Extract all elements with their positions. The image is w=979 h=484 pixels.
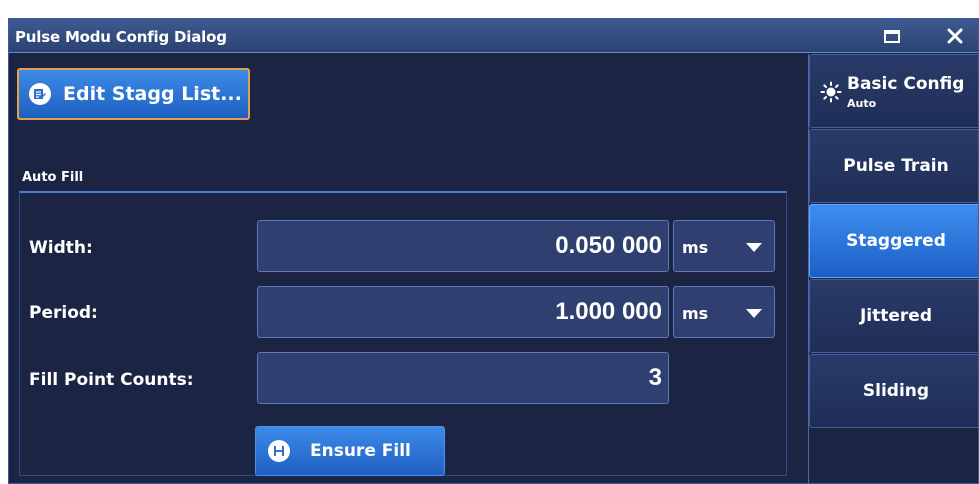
sidebar-item-sublabel: Auto xyxy=(847,97,877,110)
auto-fill-section-label: Auto Fill xyxy=(22,170,84,185)
edit-stagg-list-label: Edit Stagg List... xyxy=(63,83,242,105)
period-input[interactable]: 1.000 000 xyxy=(257,286,669,338)
period-unit-value: ms xyxy=(682,304,709,323)
maximize-icon xyxy=(884,29,900,43)
close-icon xyxy=(947,28,963,44)
sidebar-item-label: Staggered xyxy=(846,231,946,251)
sidebar-item-label: Pulse Train xyxy=(843,156,949,176)
sidebar-item-pulse-train[interactable]: Pulse Train xyxy=(809,129,978,203)
period-unit-select[interactable]: ms xyxy=(673,286,775,338)
main-panel: Edit Stagg List... Auto Fill Width: 0.05… xyxy=(9,54,807,483)
edit-stagg-list-button[interactable]: Edit Stagg List... xyxy=(17,68,250,120)
close-button[interactable] xyxy=(942,24,968,48)
width-input[interactable]: 0.050 000 xyxy=(257,220,669,272)
config-sidebar: Basic Config Auto Pulse Train Staggered … xyxy=(808,54,978,483)
width-unit-select[interactable]: ms xyxy=(673,220,775,272)
period-label: Period: xyxy=(29,303,98,323)
edit-list-icon xyxy=(29,83,51,105)
pulse-modu-config-dialog: Pulse Modu Config Dialog Edit Stagg List… xyxy=(8,18,979,484)
sidebar-item-label: Basic Config xyxy=(847,74,965,94)
width-label: Width: xyxy=(29,238,93,258)
sidebar-item-jittered[interactable]: Jittered xyxy=(809,279,978,353)
chevron-down-icon xyxy=(746,309,762,318)
sidebar-item-staggered[interactable]: Staggered xyxy=(809,204,978,278)
sidebar-item-label: Jittered xyxy=(859,306,933,326)
fill-point-counts-input[interactable]: 3 xyxy=(257,352,669,404)
ensure-fill-label: Ensure Fill xyxy=(310,441,411,461)
sidebar-item-sliding[interactable]: Sliding xyxy=(809,354,978,428)
title-bar[interactable]: Pulse Modu Config Dialog xyxy=(9,19,978,53)
chevron-down-icon xyxy=(746,243,762,252)
maximize-button[interactable] xyxy=(879,24,905,48)
ensure-fill-icon xyxy=(268,440,290,462)
dialog-title: Pulse Modu Config Dialog xyxy=(15,28,227,46)
sidebar-item-basic-config[interactable]: Basic Config Auto xyxy=(809,54,978,128)
sun-icon xyxy=(820,81,842,103)
sidebar-item-label: Sliding xyxy=(862,381,930,401)
ensure-fill-button[interactable]: Ensure Fill xyxy=(255,426,445,476)
fill-point-counts-label: Fill Point Counts: xyxy=(29,370,194,390)
width-unit-value: ms xyxy=(682,238,709,257)
